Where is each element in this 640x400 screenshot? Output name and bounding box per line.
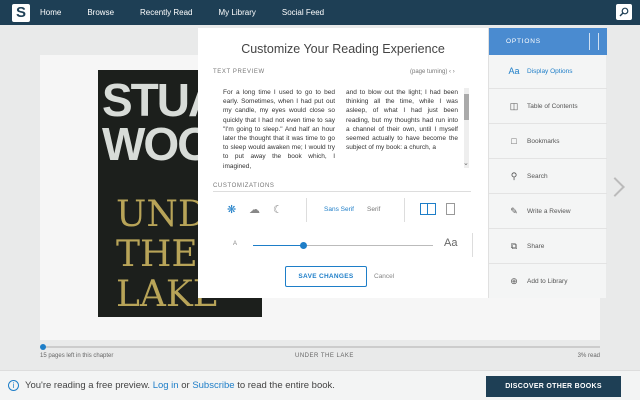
cloud-theme-icon[interactable]: ☁ — [249, 203, 260, 216]
preview-suffix: to read the entire book. — [237, 380, 335, 391]
divider — [404, 198, 405, 222]
next-page-icon[interactable]: › — [453, 69, 455, 75]
option-label: Search — [527, 173, 548, 180]
day-theme-icon[interactable]: ❋ — [227, 203, 236, 216]
preview-banner: i You're reading a free preview. Log in … — [0, 370, 640, 400]
book-icon: ◫ — [509, 101, 519, 111]
option-search[interactable]: ⚲ Search — [489, 160, 607, 194]
cancel-button[interactable]: Cancel — [374, 273, 394, 280]
options-header: OPTIONS — [489, 28, 607, 55]
text-size-small-icon: A — [233, 241, 238, 247]
option-label: Add to Library — [527, 278, 568, 285]
top-nav: S Home Browse Recently Read My Library S… — [0, 0, 640, 25]
next-page-arrow-icon[interactable] — [605, 177, 625, 197]
nav-browse[interactable]: Browse — [87, 8, 114, 17]
option-label: Table of Contents — [527, 103, 578, 110]
preview-prefix: You're reading a free preview. — [25, 380, 151, 391]
font-sans-serif-option[interactable]: Sans Serif — [324, 206, 354, 213]
text-size-slider-handle[interactable] — [300, 242, 307, 249]
text-preview-label: TEXT PREVIEW — [213, 69, 265, 75]
option-display-options[interactable]: Aa Display Options — [489, 55, 607, 89]
prev-page-icon[interactable]: ‹ — [449, 69, 451, 75]
nav-social-feed[interactable]: Social Feed — [282, 8, 324, 17]
percent-read: 3% read — [577, 353, 600, 359]
option-label: Write a Review — [527, 208, 571, 215]
search-icon: ⚲ — [510, 171, 518, 181]
search-icon — [619, 7, 629, 17]
option-label: Display Options — [527, 68, 573, 75]
options-title: OPTIONS — [506, 38, 541, 45]
option-label: Bookmarks — [527, 138, 560, 145]
dialog-title: Customize Your Reading Experience — [241, 42, 445, 56]
two-page-layout-icon[interactable] — [420, 203, 436, 215]
nav-my-library[interactable]: My Library — [219, 8, 256, 17]
option-label: Share — [527, 243, 545, 250]
preview-message: You're reading a free preview. Log in or… — [25, 380, 335, 391]
options-toggle-icon[interactable] — [589, 33, 599, 50]
preview-or: or — [181, 380, 190, 391]
text-size-large-icon: Aa — [444, 237, 458, 249]
preview-column-1: For a long time I used to go to bed earl… — [223, 89, 335, 170]
page-turning-label: (page turning) — [410, 69, 448, 75]
bookmark-icon: □ — [511, 136, 517, 146]
font-serif-option[interactable]: Serif — [367, 206, 380, 213]
options-panel: OPTIONS Aa Display Options ◫ Table of Co… — [488, 28, 607, 299]
option-add-to-library[interactable]: ⊕ Add to Library — [489, 265, 607, 299]
subscribe-link[interactable]: Subscribe — [192, 380, 234, 391]
save-changes-button[interactable]: SAVE CHANGES — [285, 266, 367, 287]
progress-track[interactable] — [42, 346, 600, 348]
text-size-slider-fill — [253, 245, 303, 246]
info-icon: i — [8, 380, 19, 391]
discover-books-button[interactable]: DISCOVER OTHER BOOKS — [486, 376, 621, 397]
divider — [306, 198, 307, 222]
page-turning-control[interactable]: (page turning) ‹ › — [410, 69, 455, 75]
pencil-icon: ✎ — [510, 206, 518, 216]
text-preview: For a long time I used to go to bed earl… — [223, 88, 458, 173]
customize-dialog: Customize Your Reading Experience TEXT P… — [198, 28, 488, 298]
search-button[interactable] — [616, 4, 632, 20]
nav-recently-read[interactable]: Recently Read — [140, 8, 192, 17]
preview-column-2: and to blow out the light; I had been th… — [346, 89, 458, 152]
chapter-name: UNDER THE LAKE — [295, 353, 354, 359]
single-page-layout-icon[interactable] — [446, 203, 455, 215]
display-options-icon: Aa — [508, 66, 520, 76]
add-icon: ⊕ — [510, 276, 518, 286]
divider — [472, 233, 473, 257]
option-write-review[interactable]: ✎ Write a Review — [489, 195, 607, 229]
option-share[interactable]: ⧉ Share — [489, 230, 607, 264]
pages-left-text: 15 pages left in this chapter — [40, 353, 114, 359]
chevron-down-icon[interactable]: ⌄ — [463, 159, 469, 167]
night-theme-icon[interactable]: ☾ — [273, 203, 283, 216]
scribd-logo[interactable]: S — [12, 3, 30, 22]
nav-home[interactable]: Home — [40, 8, 61, 17]
option-table-of-contents[interactable]: ◫ Table of Contents — [489, 90, 607, 124]
preview-scroll-thumb[interactable] — [464, 94, 469, 120]
option-bookmarks[interactable]: □ Bookmarks — [489, 125, 607, 159]
login-link[interactable]: Log in — [153, 380, 179, 391]
theme-selector: ❋ ☁ ☾ — [223, 201, 298, 219]
customizations-label: CUSTOMIZATIONS — [213, 183, 275, 189]
divider — [213, 191, 471, 192]
progress-handle[interactable] — [40, 344, 46, 350]
share-icon: ⧉ — [510, 241, 518, 251]
